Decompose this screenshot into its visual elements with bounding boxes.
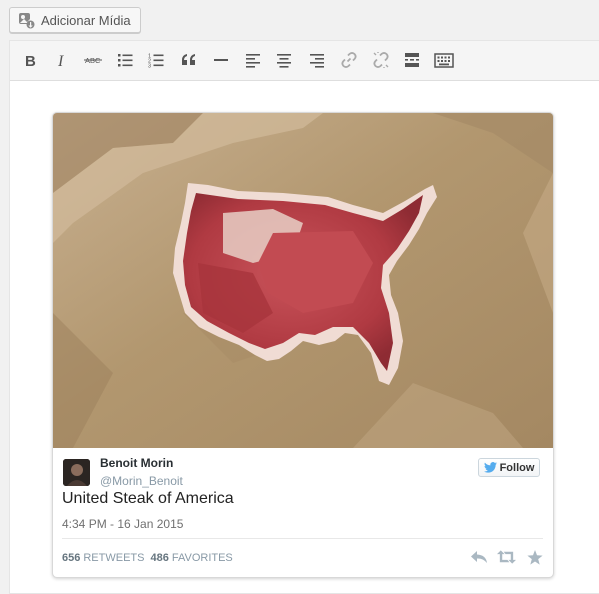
read-more-button[interactable]	[400, 48, 424, 72]
numbered-list-icon: 123	[148, 54, 164, 69]
horizontal-line-icon	[214, 59, 228, 61]
author-avatar[interactable]	[63, 459, 90, 486]
blockquote-button[interactable]	[177, 48, 201, 72]
align-left-icon	[246, 54, 260, 68]
favorites-stat[interactable]: 486 FAVORITES	[150, 552, 232, 564]
tweet-timestamp[interactable]: 4:34 PM - 16 Jan 2015	[62, 517, 183, 531]
link-icon	[341, 52, 357, 68]
blockquote-icon	[182, 54, 195, 65]
favorites-count: 486	[150, 552, 169, 564]
embedded-tweet[interactable]: Benoit Morin @Morin_Benoit Follow United…	[52, 112, 554, 578]
tweet-stats: 656 RETWEETS 486 FAVORITES	[62, 552, 233, 564]
align-left-button[interactable]	[241, 48, 265, 72]
favorites-label: FAVORITES	[171, 552, 233, 564]
author-name[interactable]: Benoit Morin	[100, 456, 173, 470]
editor-toolbar: B I ABC 123	[10, 41, 599, 81]
align-center-button[interactable]	[272, 48, 296, 72]
tweet-divider	[62, 538, 543, 539]
add-media-label: Adicionar Mídia	[41, 12, 131, 28]
bulleted-list-icon	[118, 54, 133, 67]
visual-editor[interactable]: B I ABC 123 Benoit Morin @Morin_Benoit F…	[9, 40, 599, 594]
strikethrough-button[interactable]: ABC	[81, 48, 105, 72]
retweet-button[interactable]	[497, 549, 516, 565]
italic-button[interactable]: I	[50, 48, 74, 72]
numbered-list-button[interactable]: 123	[144, 48, 168, 72]
align-right-button[interactable]	[305, 48, 329, 72]
add-media-button[interactable]: Adicionar Mídia	[9, 7, 141, 33]
svg-text:I: I	[57, 53, 64, 68]
bold-icon: B	[25, 53, 36, 68]
favorite-icon	[526, 549, 543, 565]
media-bar: Adicionar Mídia	[0, 0, 599, 40]
svg-text:3: 3	[148, 64, 151, 69]
insert-link-button[interactable]	[337, 48, 361, 72]
horizontal-line-button[interactable]	[209, 48, 233, 72]
align-right-icon	[310, 54, 324, 68]
tweet-actions	[469, 549, 544, 565]
follow-button[interactable]: Follow	[478, 458, 540, 477]
follow-label: Follow	[499, 461, 535, 474]
retweets-label: RETWEETS	[83, 552, 145, 564]
read-more-icon	[405, 53, 419, 67]
svg-text:B: B	[25, 53, 36, 68]
unlink-icon	[373, 52, 389, 68]
retweet-icon	[497, 550, 516, 564]
reply-button[interactable]	[469, 549, 488, 565]
toolbar-toggle-button[interactable]	[432, 48, 456, 72]
remove-link-button[interactable]	[369, 48, 393, 72]
keyboard-icon	[434, 53, 454, 68]
strikethrough-icon: ABC	[84, 56, 102, 65]
reply-icon	[470, 551, 487, 563]
align-center-icon	[277, 54, 291, 68]
retweets-stat[interactable]: 656 RETWEETS	[62, 552, 144, 564]
italic-icon: I	[57, 53, 64, 68]
author-handle[interactable]: @Morin_Benoit	[100, 474, 183, 488]
bold-button[interactable]: B	[18, 48, 42, 72]
bulleted-list-button[interactable]	[113, 48, 137, 72]
tweet-photo	[53, 113, 553, 448]
twitter-bird-icon	[483, 462, 497, 473]
favorite-button[interactable]	[525, 549, 544, 565]
tweet-text: United Steak of America	[62, 490, 234, 507]
retweets-count: 656	[62, 552, 81, 564]
add-media-icon	[18, 12, 36, 29]
